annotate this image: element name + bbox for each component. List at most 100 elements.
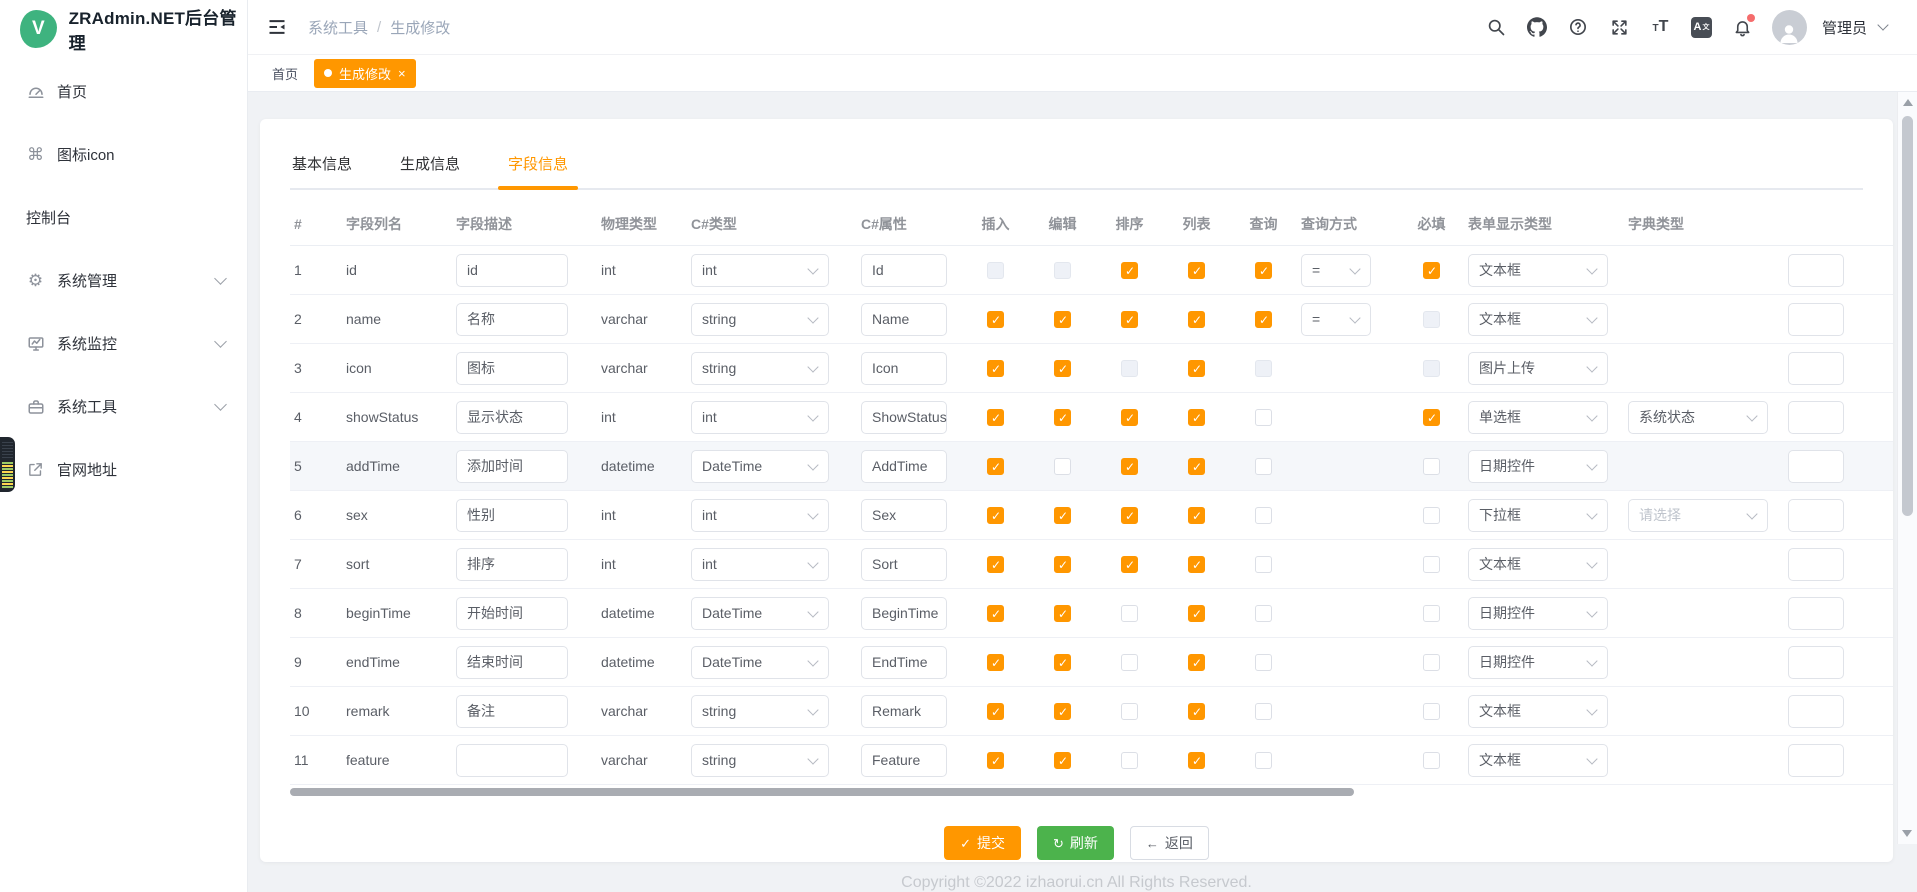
cs_type-select[interactable]: int bbox=[691, 548, 829, 581]
edit-checkbox[interactable] bbox=[1054, 654, 1071, 671]
performance-widget[interactable] bbox=[0, 437, 15, 492]
cs_prop-input[interactable]: EndTime bbox=[861, 646, 947, 679]
vertical-scrollbar[interactable] bbox=[1897, 92, 1917, 844]
dict-select[interactable]: 请选择 bbox=[1628, 499, 1768, 532]
edit-checkbox[interactable] bbox=[1054, 556, 1071, 573]
sort-checkbox[interactable] bbox=[1121, 556, 1138, 573]
help-button[interactable] bbox=[1561, 10, 1596, 45]
sort-checkbox[interactable] bbox=[1121, 654, 1138, 671]
cs_prop-input[interactable]: Icon bbox=[861, 352, 947, 385]
required-checkbox[interactable] bbox=[1423, 752, 1440, 769]
list-checkbox[interactable] bbox=[1188, 360, 1205, 377]
sort-checkbox[interactable] bbox=[1121, 262, 1138, 279]
cs_prop-input[interactable]: Feature bbox=[861, 744, 947, 777]
scroll-down-icon[interactable] bbox=[1902, 830, 1912, 837]
required-checkbox[interactable] bbox=[1423, 458, 1440, 475]
scrollbar-thumb[interactable] bbox=[1902, 116, 1913, 516]
collapse-sidebar-icon[interactable] bbox=[262, 12, 292, 42]
cs_type-select[interactable]: string bbox=[691, 695, 829, 728]
edit-checkbox[interactable] bbox=[1054, 752, 1071, 769]
github-button[interactable] bbox=[1520, 10, 1555, 45]
list-checkbox[interactable] bbox=[1188, 507, 1205, 524]
required-checkbox[interactable] bbox=[1423, 654, 1440, 671]
query-checkbox[interactable] bbox=[1255, 654, 1272, 671]
control-select[interactable]: 下拉框 bbox=[1468, 499, 1608, 532]
desc-input[interactable]: 结束时间 bbox=[456, 646, 568, 679]
insert-checkbox[interactable] bbox=[987, 507, 1004, 524]
list-checkbox[interactable] bbox=[1188, 556, 1205, 573]
query-checkbox[interactable] bbox=[1255, 556, 1272, 573]
list-checkbox[interactable] bbox=[1188, 703, 1205, 720]
query-checkbox[interactable] bbox=[1255, 262, 1272, 279]
extra-input[interactable] bbox=[1788, 646, 1844, 679]
desc-input[interactable] bbox=[456, 744, 568, 777]
required-checkbox[interactable] bbox=[1423, 556, 1440, 573]
edit-checkbox[interactable] bbox=[1054, 409, 1071, 426]
insert-checkbox[interactable] bbox=[987, 360, 1004, 377]
list-checkbox[interactable] bbox=[1188, 605, 1205, 622]
refresh-button[interactable]: ↻ 刷新 bbox=[1037, 826, 1114, 860]
required-checkbox[interactable] bbox=[1423, 605, 1440, 622]
query_type-select[interactable]: = bbox=[1301, 303, 1371, 336]
scroll-up-icon[interactable] bbox=[1903, 99, 1913, 106]
query-checkbox[interactable] bbox=[1255, 703, 1272, 720]
control-select[interactable]: 文本框 bbox=[1468, 254, 1608, 287]
extra-input[interactable] bbox=[1788, 401, 1844, 434]
sidebar-item-console[interactable]: 控制台 bbox=[0, 186, 247, 249]
sort-checkbox[interactable] bbox=[1121, 507, 1138, 524]
chevron-down-icon[interactable] bbox=[1877, 19, 1888, 30]
control-select[interactable]: 日期控件 bbox=[1468, 450, 1608, 483]
sidebar-item-system-tools[interactable]: 系统工具 bbox=[0, 375, 247, 438]
insert-checkbox[interactable] bbox=[987, 605, 1004, 622]
desc-input[interactable]: 开始时间 bbox=[456, 597, 568, 630]
query_type-select[interactable]: = bbox=[1301, 254, 1371, 287]
control-select[interactable]: 文本框 bbox=[1468, 695, 1608, 728]
list-checkbox[interactable] bbox=[1188, 409, 1205, 426]
cs_prop-input[interactable]: Name bbox=[861, 303, 947, 336]
list-checkbox[interactable] bbox=[1188, 752, 1205, 769]
extra-input[interactable] bbox=[1788, 597, 1844, 630]
required-checkbox[interactable] bbox=[1423, 703, 1440, 720]
cs_type-select[interactable]: string bbox=[691, 352, 829, 385]
cs_type-select[interactable]: DateTime bbox=[691, 597, 829, 630]
extra-input[interactable] bbox=[1788, 352, 1844, 385]
sort-checkbox[interactable] bbox=[1121, 605, 1138, 622]
desc-input[interactable]: 图标 bbox=[456, 352, 568, 385]
list-checkbox[interactable] bbox=[1188, 654, 1205, 671]
desc-input[interactable]: 备注 bbox=[456, 695, 568, 728]
query-checkbox[interactable] bbox=[1255, 752, 1272, 769]
cs_prop-input[interactable]: Remark bbox=[861, 695, 947, 728]
cs_prop-input[interactable]: BeginTime bbox=[861, 597, 947, 630]
cs_type-select[interactable]: int bbox=[691, 499, 829, 532]
control-select[interactable]: 文本框 bbox=[1468, 303, 1608, 336]
extra-input[interactable] bbox=[1788, 499, 1844, 532]
query-checkbox[interactable] bbox=[1255, 409, 1272, 426]
insert-checkbox[interactable] bbox=[987, 311, 1004, 328]
list-checkbox[interactable] bbox=[1188, 458, 1205, 475]
fullscreen-button[interactable] bbox=[1602, 10, 1637, 45]
extra-input[interactable] bbox=[1788, 548, 1844, 581]
back-button[interactable]: ← 返回 bbox=[1130, 826, 1209, 860]
insert-checkbox[interactable] bbox=[987, 703, 1004, 720]
dict-select[interactable]: 系统状态 bbox=[1628, 401, 1768, 434]
desc-input[interactable]: id bbox=[456, 254, 568, 287]
search-button[interactable] bbox=[1479, 10, 1514, 45]
cs_type-select[interactable]: string bbox=[691, 303, 829, 336]
control-select[interactable]: 文本框 bbox=[1468, 548, 1608, 581]
breadcrumb-item[interactable]: 系统工具 bbox=[308, 17, 368, 38]
cs_prop-input[interactable]: Id bbox=[861, 254, 947, 287]
font-size-button[interactable]: TT bbox=[1643, 10, 1678, 45]
tab-fields[interactable]: 字段信息 bbox=[506, 145, 570, 188]
extra-input[interactable] bbox=[1788, 303, 1844, 336]
insert-checkbox[interactable] bbox=[987, 409, 1004, 426]
control-select[interactable]: 日期控件 bbox=[1468, 646, 1608, 679]
required-checkbox[interactable] bbox=[1423, 262, 1440, 279]
extra-input[interactable] bbox=[1788, 695, 1844, 728]
desc-input[interactable]: 显示状态 bbox=[456, 401, 568, 434]
control-select[interactable]: 图片上传 bbox=[1468, 352, 1608, 385]
sort-checkbox[interactable] bbox=[1121, 703, 1138, 720]
cs_prop-input[interactable]: Sort bbox=[861, 548, 947, 581]
desc-input[interactable]: 添加时间 bbox=[456, 450, 568, 483]
sidebar-item-system-monitor[interactable]: 系统监控 bbox=[0, 312, 247, 375]
insert-checkbox[interactable] bbox=[987, 752, 1004, 769]
